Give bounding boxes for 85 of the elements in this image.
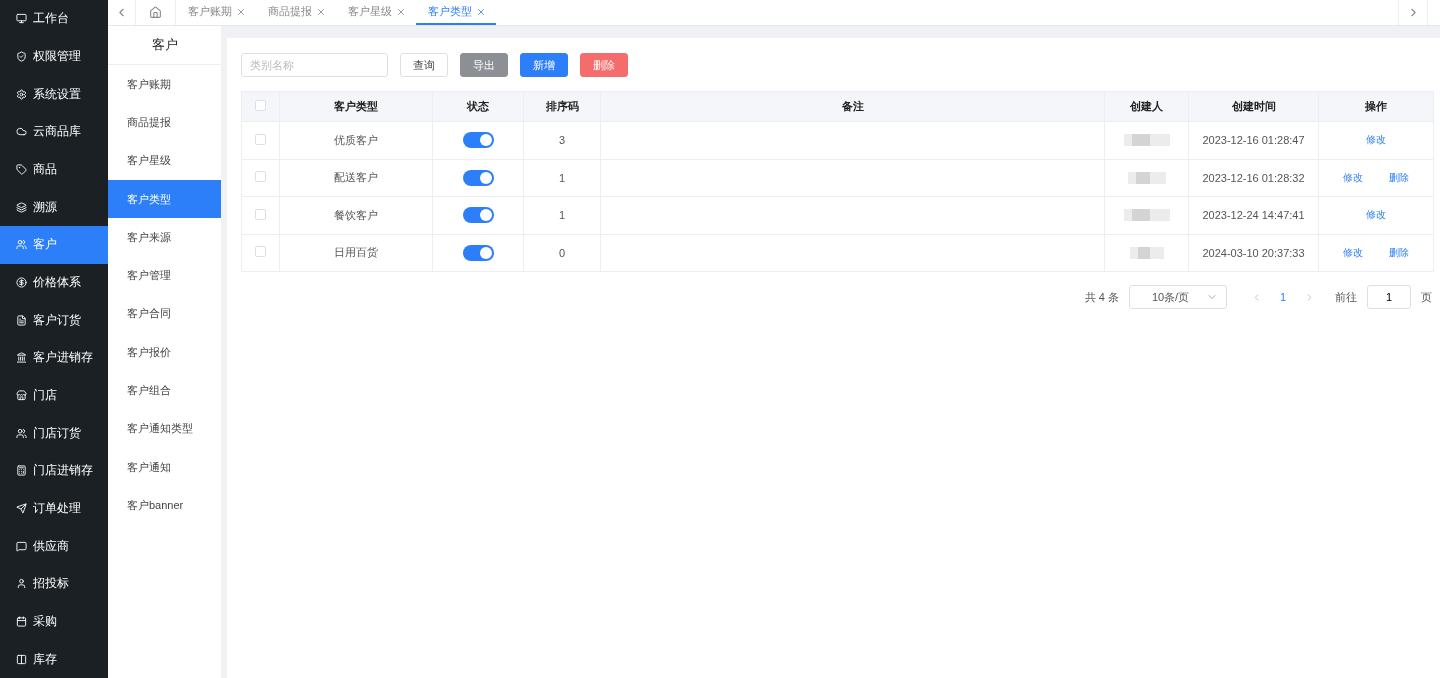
sidebar-item[interactable]: 门店进销存 (0, 452, 108, 490)
status-switch[interactable] (462, 207, 494, 224)
sidebar-item[interactable]: 客户订货 (0, 301, 108, 340)
document-icon (16, 314, 27, 326)
user-icon (16, 578, 27, 590)
table-cell: 日用百货 (279, 234, 433, 272)
sidebar-item[interactable]: 客户进销存 (0, 339, 108, 377)
table-cell: 2023-12-16 01:28:32 (1188, 159, 1319, 197)
bank-icon (16, 352, 27, 364)
users-icon (16, 239, 27, 251)
total-count: 共 4 条 (1084, 289, 1119, 305)
page-suffix: 页 (1421, 289, 1432, 305)
toolbar-button[interactable]: 查询 (400, 53, 448, 77)
header-cell: 备注 (600, 91, 1105, 122)
cloud-icon (16, 126, 27, 138)
table-cell: 2023-12-16 01:28:47 (1188, 121, 1319, 159)
sidebar-item[interactable]: 客户 (0, 226, 108, 264)
sidebar-item[interactable]: 价格体系 (0, 263, 108, 302)
status-switch[interactable] (462, 132, 494, 149)
table-cell: 2023-12-24 14:47:41 (1188, 196, 1319, 234)
action-link[interactable]: 删除 (1389, 245, 1409, 260)
header-cell: 操作 (1318, 91, 1434, 122)
row-checkbox[interactable] (255, 171, 266, 183)
sidebar-item[interactable]: 采购 (0, 602, 108, 641)
close-icon[interactable] (316, 6, 326, 17)
sidebar-item[interactable]: 库存 (0, 640, 108, 678)
sidebar-item[interactable]: 门店 (0, 376, 108, 415)
table-cell: 配送客户 (279, 159, 433, 197)
sidebar-item[interactable]: 工作台 (0, 0, 108, 38)
header-cell: 创建时间 (1188, 91, 1319, 122)
monitor-icon (16, 13, 27, 25)
action-link[interactable]: 修改 (1343, 170, 1363, 185)
columns-icon (16, 653, 27, 665)
table-cell: 0 (523, 234, 601, 272)
sidebar-item[interactable]: 门店订货 (0, 414, 108, 453)
action-link[interactable]: 修改 (1366, 208, 1386, 223)
table-cell: 餐饮客户 (279, 196, 433, 234)
row-checkbox[interactable] (255, 246, 266, 258)
table-cell: 1 (523, 196, 601, 234)
sidebar-item[interactable]: 云商品库 (0, 113, 108, 151)
chat-icon (16, 540, 27, 552)
coin-icon (16, 277, 27, 289)
close-icon[interactable] (396, 6, 406, 17)
close-icon[interactable] (476, 6, 486, 17)
row-checkbox[interactable] (255, 133, 266, 145)
users-icon (16, 427, 27, 439)
table-cell: 2024-03-10 20:37:33 (1188, 234, 1319, 272)
page-size-select[interactable]: 10条/页 (1128, 285, 1227, 309)
calendar-icon (16, 616, 27, 628)
action-link[interactable]: 修改 (1366, 133, 1386, 148)
sidebar-item[interactable]: 供应商 (0, 527, 108, 566)
send-icon (16, 503, 27, 515)
sidebar-item[interactable]: 权限管理 (0, 37, 108, 76)
close-icon[interactable] (236, 6, 246, 17)
header-cell: 创建人 (1104, 91, 1189, 122)
table-cell: 3 (523, 121, 601, 159)
sidebar-item[interactable]: 订单处理 (0, 489, 108, 528)
action-link[interactable]: 删除 (1389, 170, 1409, 185)
sidebar-item[interactable]: 系统设置 (0, 75, 108, 113)
header-cell: 状态 (432, 91, 524, 122)
select-all-checkbox[interactable] (255, 100, 266, 111)
tag-icon (16, 164, 27, 175)
table-cell: 1 (523, 159, 601, 197)
goto-page-field[interactable]: 1 (1367, 285, 1411, 309)
store-icon (16, 390, 27, 402)
sidebar-item[interactable]: 商品 (0, 150, 108, 189)
shield-icon (16, 51, 27, 62)
sidebar-item[interactable]: 招投标 (0, 565, 108, 603)
calculator-icon (16, 465, 27, 477)
home-icon (149, 6, 162, 19)
header-cell: 客户类型 (279, 91, 433, 122)
status-switch[interactable] (462, 244, 494, 261)
status-switch[interactable] (462, 169, 494, 186)
layers-icon (16, 201, 27, 213)
header-cell: 排序码 (523, 91, 601, 122)
goto-label: 前往 (1335, 289, 1357, 305)
row-checkbox[interactable] (255, 208, 266, 220)
action-link[interactable]: 修改 (1343, 245, 1363, 260)
submenu-item[interactable]: 客户类型 (108, 179, 221, 219)
table-cell: 优质客户 (279, 121, 433, 159)
search-field[interactable]: 类别名称 (241, 53, 388, 77)
toolbar-button[interactable]: 新增 (520, 53, 568, 77)
settings-icon (16, 88, 27, 100)
page-number[interactable]: 1 (1271, 291, 1294, 303)
sidebar-item[interactable]: 溯源 (0, 188, 108, 227)
